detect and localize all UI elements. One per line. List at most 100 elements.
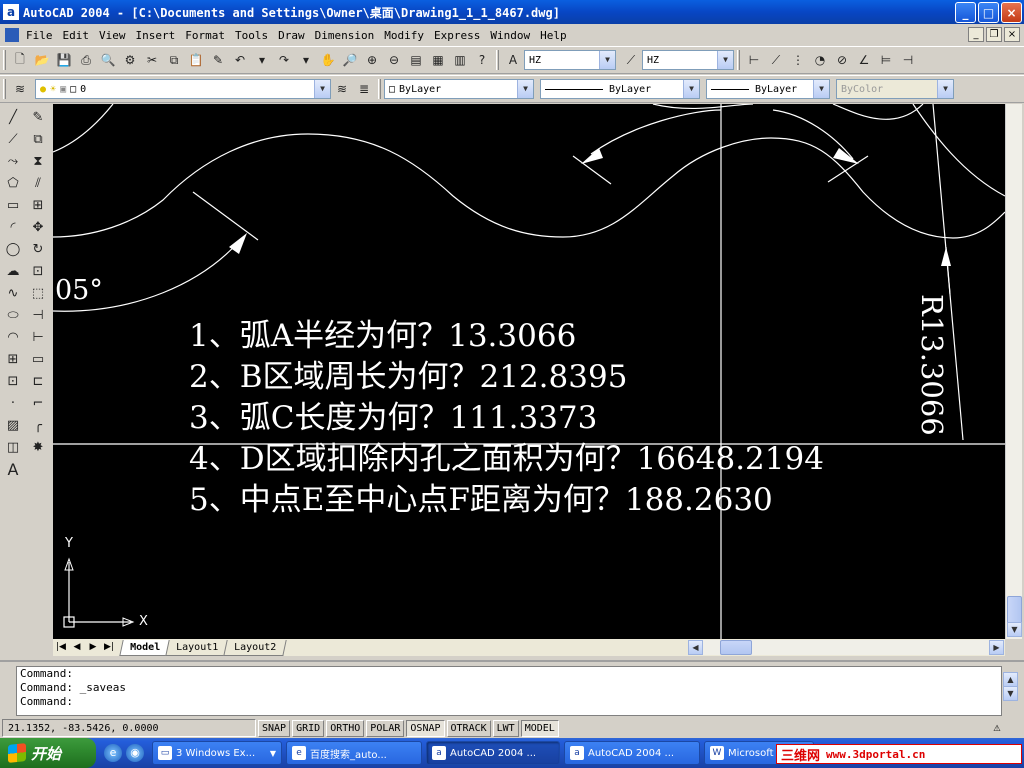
next-tab-button[interactable]: ▶ [85, 640, 101, 655]
menu-window[interactable]: Window [485, 29, 535, 42]
start-button[interactable]: 开始 [0, 738, 96, 768]
menu-draw[interactable]: Draw [273, 29, 310, 42]
angular-dimension-icon[interactable]: ∠ [853, 49, 875, 71]
undo-dropdown-icon[interactable]: ▾ [251, 49, 273, 71]
plotstyle-select[interactable]: ByColor ▼ [836, 79, 954, 99]
rotate-icon[interactable]: ↻ [27, 238, 49, 260]
scroll-right-icon[interactable]: ▶ [989, 640, 1004, 655]
explode-icon[interactable]: ✸ [27, 436, 49, 458]
horizontal-scrollbar[interactable]: ◀ ▶ [688, 640, 1004, 655]
radius-dimension-icon[interactable]: ◔ [809, 49, 831, 71]
text-style-icon[interactable]: A [502, 49, 524, 71]
chevron-down-icon[interactable]: ▼ [937, 80, 953, 98]
document-icon[interactable] [5, 28, 19, 42]
save-icon[interactable]: 💾 [53, 49, 75, 71]
open-icon[interactable]: 📂 [31, 49, 53, 71]
tool-palettes-icon[interactable]: ▥ [449, 49, 471, 71]
insert-block-icon[interactable]: ⊞ [2, 348, 24, 370]
chevron-down-icon[interactable]: ▼ [517, 80, 533, 98]
layer-previous-icon[interactable]: ≣ [353, 78, 375, 100]
line-icon[interactable]: ╱ [2, 106, 24, 128]
first-tab-button[interactable]: |◀ [53, 640, 69, 655]
pan-icon[interactable]: ✋ [317, 49, 339, 71]
chevron-down-icon[interactable]: ▼ [813, 80, 829, 98]
redo-dropdown-icon[interactable]: ▾ [295, 49, 317, 71]
revision-cloud-icon[interactable]: ☁ [2, 260, 24, 282]
print-preview-icon[interactable]: 🔍 [97, 49, 119, 71]
extend-icon[interactable]: ⊢ [27, 326, 49, 348]
scroll-down-icon[interactable]: ▼ [1007, 622, 1022, 637]
ie-icon[interactable]: e [104, 744, 122, 762]
aligned-dimension-icon[interactable]: ⟋ [765, 49, 787, 71]
last-tab-button[interactable]: ▶| [101, 640, 117, 655]
menu-file[interactable]: File [21, 29, 58, 42]
dim-style-icon[interactable]: ⟋ [620, 49, 642, 71]
model-toggle[interactable]: MODEL [520, 719, 559, 737]
coordinate-display[interactable]: 21.1352, -83.5426, 0.0000 [2, 719, 256, 737]
maximize-button[interactable]: □ [978, 2, 999, 23]
match-properties-icon[interactable]: ✎ [207, 49, 229, 71]
menu-tools[interactable]: Tools [230, 29, 273, 42]
color-select[interactable]: □ ByLayer ▼ [384, 79, 534, 99]
polyline-icon[interactable]: ⤳ [2, 150, 24, 172]
drawing-canvas[interactable]: 05° R13.3066 1、弧A半经为何？13.3066 2、B区域周长为何？… [53, 104, 1005, 639]
erase-icon[interactable]: ✎ [27, 106, 49, 128]
zoom-previous-icon[interactable]: ⊖ [383, 49, 405, 71]
mdi-restore-button[interactable]: ❐ [986, 27, 1002, 42]
copy-icon[interactable]: ⧉ [163, 49, 185, 71]
command-prompt[interactable]: Command: [20, 695, 1001, 709]
zoom-window-icon[interactable]: ⊕ [361, 49, 383, 71]
layer-select[interactable]: ● ☀ ▣ □ 0 ▼ [35, 79, 331, 99]
chevron-down-icon[interactable]: ▼ [717, 51, 733, 69]
polar-toggle[interactable]: POLAR [366, 719, 405, 737]
paste-icon[interactable]: 📋 [185, 49, 207, 71]
rectangle-icon[interactable]: ▭ [2, 194, 24, 216]
multiline-text-icon[interactable]: A [2, 458, 24, 480]
break-icon[interactable]: ▭ [27, 348, 49, 370]
join-icon[interactable]: ⊏ [27, 370, 49, 392]
grid-toggle[interactable]: GRID [292, 719, 325, 737]
taskbar-item-autocad-active[interactable]: a AutoCAD 2004 ... [426, 741, 560, 765]
tab-layout1[interactable]: Layout1 [165, 639, 229, 656]
scale-icon[interactable]: ⊡ [27, 260, 49, 282]
close-button[interactable]: × [1001, 2, 1022, 23]
chevron-down-icon[interactable]: ▼ [599, 51, 615, 69]
horizontal-scroll-thumb[interactable] [720, 640, 752, 655]
command-scroll-up-icon[interactable]: ▲ [1003, 672, 1018, 687]
make-block-icon[interactable]: ⊡ [2, 370, 24, 392]
redo-icon[interactable]: ↷ [273, 49, 295, 71]
arc-icon[interactable]: ◜ [2, 216, 24, 238]
mdi-close-button[interactable]: × [1004, 27, 1020, 42]
ortho-toggle[interactable]: ORTHO [326, 719, 365, 737]
new-icon[interactable]: 🗋 [9, 49, 31, 71]
array-icon[interactable]: ⊞ [27, 194, 49, 216]
minimize-button[interactable]: _ [955, 2, 976, 23]
vertical-scrollbar[interactable]: ▼ [1005, 104, 1022, 639]
help-icon[interactable]: ? [471, 49, 493, 71]
prev-tab-button[interactable]: ◀ [69, 640, 85, 655]
command-scroll-down-icon[interactable]: ▼ [1003, 686, 1018, 701]
menu-insert[interactable]: Insert [131, 29, 181, 42]
layer-manager-icon[interactable]: ≋ [9, 78, 31, 100]
menu-view[interactable]: View [94, 29, 131, 42]
taskbar-item-explorer[interactable]: ▭ 3 Windows Ex... ▼ [152, 741, 282, 765]
menu-edit[interactable]: Edit [58, 29, 95, 42]
offset-icon[interactable]: ⫽ [27, 172, 49, 194]
menu-help[interactable]: Help [535, 29, 572, 42]
print-icon[interactable]: ⎙ [75, 49, 97, 71]
menu-modify[interactable]: Modify [379, 29, 429, 42]
linetype-select[interactable]: ByLayer ▼ [540, 79, 700, 99]
vertical-scroll-thumb[interactable] [1007, 596, 1022, 624]
toolbar-grip[interactable] [737, 50, 740, 70]
tab-layout2[interactable]: Layout2 [223, 639, 288, 656]
mirror-icon[interactable]: ⧗ [27, 150, 49, 172]
ellipse-icon[interactable]: ⬭ [2, 304, 24, 326]
menu-dimension[interactable]: Dimension [310, 29, 380, 42]
toolbar-grip[interactable] [3, 79, 6, 99]
construction-line-icon[interactable]: ⟋ [2, 128, 24, 150]
quick-dimension-icon[interactable]: ⊨ [875, 49, 897, 71]
media-icon[interactable]: ◉ [126, 744, 144, 762]
ellipse-arc-icon[interactable]: ◠ [2, 326, 24, 348]
menu-format[interactable]: Format [180, 29, 230, 42]
circle-icon[interactable]: ◯ [2, 238, 24, 260]
